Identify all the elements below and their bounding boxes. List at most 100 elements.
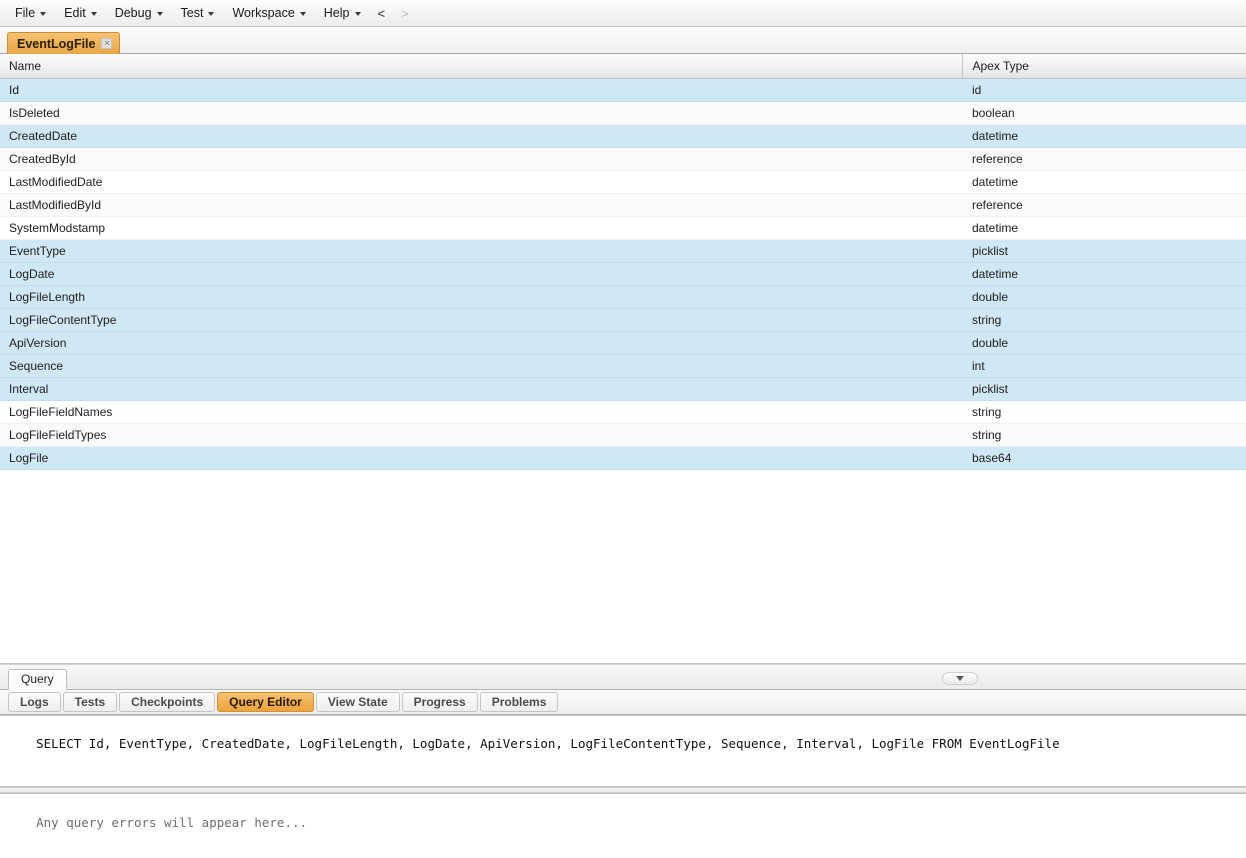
- field-table-body: Id id IsDeleted boolean CreatedDate datetime C…: [0, 78, 1246, 649]
- table-row[interactable]: CreatedDate datetime: [0, 124, 1246, 148]
- menu-file[interactable]: File: [6, 3, 55, 23]
- panel-collapse-handle[interactable]: [942, 671, 978, 685]
- cell-apex-type: double: [962, 331, 1246, 355]
- menu-debug[interactable]: Debug: [106, 3, 172, 23]
- cell-apex-type: id: [962, 78, 1246, 102]
- developer-console-window: File Edit Debug Test Workspace Help < > …: [0, 0, 1246, 858]
- view-tab-label: Logs: [20, 694, 49, 709]
- menu-test-label: Test: [180, 6, 204, 20]
- table-row[interactable]: LogFileFieldNames string: [0, 400, 1246, 424]
- tab-eventlogfile[interactable]: EventLogFile ×: [7, 32, 121, 54]
- column-header-apex-type[interactable]: Apex Type: [961, 54, 1246, 79]
- table-row[interactable]: Id id: [0, 78, 1246, 102]
- cell-apex-type: double: [962, 285, 1246, 309]
- chevron-down-icon: [40, 12, 47, 16]
- field-table: Name Apex Type Id id IsDeleted boolean Creat…: [0, 54, 1246, 649]
- table-row[interactable]: Sequence int: [0, 354, 1246, 378]
- view-tab-label: Progress: [413, 694, 466, 709]
- cell-apex-type: datetime: [962, 262, 1246, 286]
- view-tab-label: Checkpoints: [131, 694, 204, 709]
- view-tab-label: Tests: [74, 694, 106, 709]
- cell-field-name: IsDeleted: [0, 101, 962, 125]
- menu-workspace[interactable]: Workspace: [223, 3, 314, 23]
- table-row[interactable]: SystemModstamp datetime: [0, 216, 1246, 240]
- view-tab-problems[interactable]: Problems: [479, 691, 559, 712]
- cell-apex-type: string: [962, 400, 1246, 424]
- nav-back-icon[interactable]: <: [370, 3, 394, 24]
- chevron-down-icon: [956, 675, 964, 681]
- table-row[interactable]: LogFileLength double: [0, 285, 1246, 309]
- menu-debug-label: Debug: [114, 6, 152, 20]
- table-row[interactable]: ApiVersion double: [0, 331, 1246, 355]
- menu-edit[interactable]: Edit: [55, 3, 106, 23]
- cell-field-name: Sequence: [0, 354, 962, 378]
- menu-file-label: File: [15, 6, 36, 20]
- query-editor-input[interactable]: SELECT Id, EventType, CreatedDate, LogFi…: [0, 714, 1246, 787]
- cell-field-name: LastModifiedDate: [0, 170, 962, 194]
- close-icon[interactable]: ×: [101, 38, 113, 49]
- cell-field-name: Interval: [0, 377, 962, 401]
- nav-forward-icon[interactable]: >: [393, 3, 417, 24]
- view-tab-label: Query Editor: [229, 694, 302, 709]
- menu-workspace-label: Workspace: [232, 6, 295, 20]
- cell-field-name: CreatedDate: [0, 124, 962, 148]
- query-editor-text: SELECT Id, EventType, CreatedDate, LogFi…: [36, 735, 1060, 751]
- menu-edit-label: Edit: [64, 6, 86, 20]
- tab-query[interactable]: Query: [8, 668, 67, 690]
- table-row[interactable]: LastModifiedById reference: [0, 193, 1246, 217]
- view-tab-bar: Logs Tests Checkpoints Query Editor View Sta…: [0, 689, 1246, 715]
- cell-field-name: LogFileFieldTypes: [0, 423, 962, 447]
- chevron-down-icon: [208, 12, 215, 16]
- view-tab-view-state[interactable]: View State: [315, 691, 400, 712]
- cell-field-name: LogFileContentType: [0, 308, 962, 332]
- menu-test[interactable]: Test: [172, 3, 224, 23]
- cell-apex-type: int: [962, 354, 1246, 378]
- chevron-down-icon: [354, 12, 361, 16]
- cell-apex-type: datetime: [962, 170, 1246, 194]
- table-row[interactable]: Interval picklist: [0, 377, 1246, 401]
- cell-apex-type: string: [962, 423, 1246, 447]
- cell-apex-type: reference: [962, 193, 1246, 217]
- cell-field-name: EventType: [0, 239, 962, 263]
- table-row[interactable]: LogFileFieldTypes string: [0, 423, 1246, 447]
- chevron-down-icon: [156, 12, 163, 16]
- cell-apex-type: datetime: [962, 216, 1246, 240]
- query-error-pane[interactable]: Any query errors will appear here...: [0, 792, 1246, 858]
- table-row[interactable]: LogDate datetime: [0, 262, 1246, 286]
- table-row[interactable]: LastModifiedDate datetime: [0, 170, 1246, 194]
- object-tab-strip: EventLogFile ×: [0, 27, 1246, 54]
- cell-apex-type: string: [962, 308, 1246, 332]
- menu-help-label: Help: [323, 6, 350, 20]
- table-row[interactable]: IsDeleted boolean: [0, 101, 1246, 125]
- table-filler-cell: [0, 469, 1246, 649]
- cell-field-name: LastModifiedById: [0, 193, 962, 217]
- view-tab-label: Problems: [491, 694, 547, 709]
- cell-apex-type: boolean: [962, 101, 1246, 125]
- view-tab-query-editor[interactable]: Query Editor: [217, 691, 314, 712]
- view-tab-checkpoints[interactable]: Checkpoints: [119, 691, 216, 712]
- query-error-placeholder: Any query errors will appear here...: [36, 814, 308, 830]
- view-tab-tests[interactable]: Tests: [62, 691, 118, 712]
- cell-field-name: CreatedById: [0, 147, 962, 171]
- tab-query-label: Query: [21, 672, 54, 686]
- chevron-down-icon: [299, 12, 306, 16]
- view-tab-progress[interactable]: Progress: [401, 691, 478, 712]
- cell-apex-type: reference: [962, 147, 1246, 171]
- table-row[interactable]: LogFileContentType string: [0, 308, 1246, 332]
- cell-field-name: LogFileLength: [0, 285, 962, 309]
- view-tab-logs[interactable]: Logs: [8, 691, 61, 712]
- menu-bar: File Edit Debug Test Workspace Help < >: [0, 0, 1246, 27]
- cell-apex-type: base64: [962, 446, 1246, 470]
- table-row[interactable]: EventType picklist: [0, 239, 1246, 263]
- cell-field-name: Id: [0, 78, 962, 102]
- table-row[interactable]: CreatedById reference: [0, 147, 1246, 171]
- cell-apex-type: datetime: [962, 124, 1246, 148]
- cell-apex-type: picklist: [962, 239, 1246, 263]
- cell-field-name: LogFileFieldNames: [0, 400, 962, 424]
- table-header-row: Name Apex Type: [0, 54, 1246, 79]
- table-filler-row: [0, 469, 1246, 649]
- column-header-name[interactable]: Name: [0, 54, 962, 79]
- menu-help[interactable]: Help: [315, 3, 370, 23]
- field-table-area[interactable]: Name Apex Type Id id IsDeleted boolean Creat…: [0, 54, 1246, 664]
- table-row[interactable]: LogFile base64: [0, 446, 1246, 470]
